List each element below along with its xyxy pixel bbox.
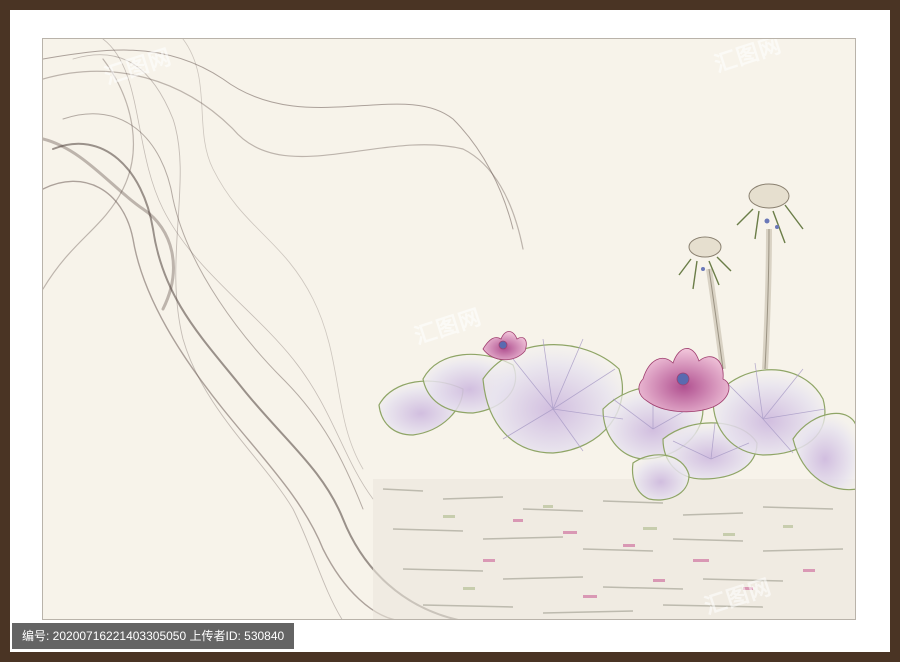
artwork-canvas: 汇图网 汇图网 汇图网 汇图网 [42,38,856,620]
lotus-flower-small [482,331,527,361]
lotus-flower-large [638,348,730,413]
water-reflection [373,479,855,619]
lotus-seed-pods [678,183,804,370]
lotus-leaves [378,344,855,501]
image-id-caption: 编号: 20200716221403305050 上传者ID: 530840 [12,623,295,649]
ink-lotus-painting [43,39,855,619]
picture-frame: 汇图网 汇图网 汇图网 汇图网 编号: 20200716221403305050… [0,0,900,662]
